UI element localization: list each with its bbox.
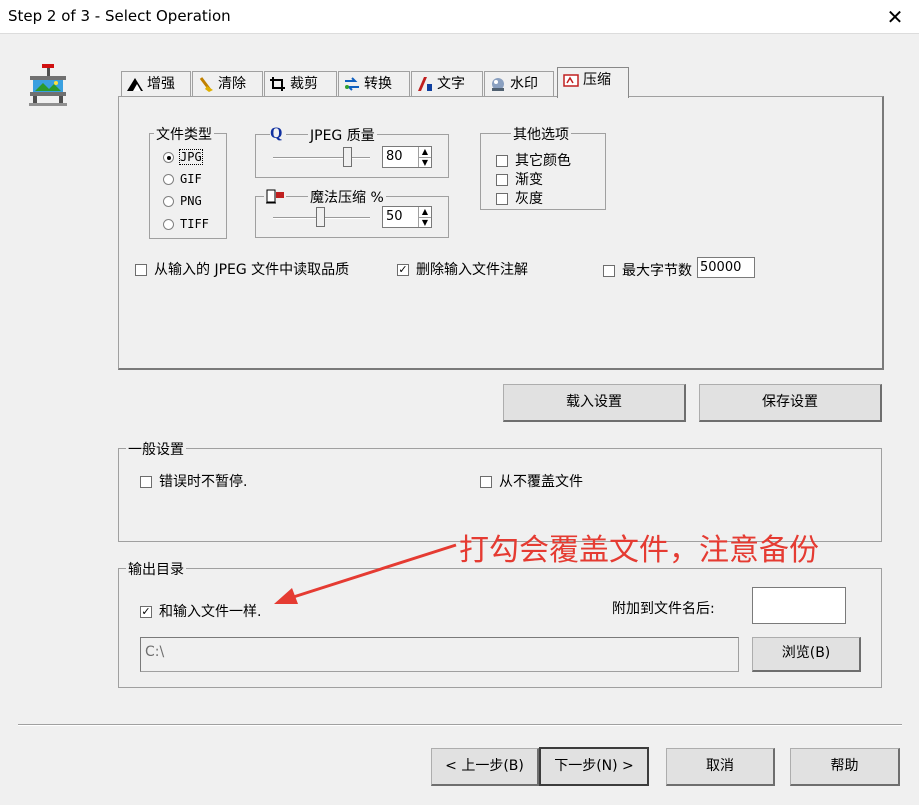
checkbox[interactable] bbox=[496, 174, 508, 186]
max-bytes-input[interactable]: 50000 bbox=[697, 257, 755, 278]
tab-label: 增强 bbox=[147, 76, 175, 92]
spin-down-icon[interactable]: ▼ bbox=[418, 217, 431, 227]
tab-watermark[interactable]: 水印 bbox=[484, 71, 554, 97]
clean-icon bbox=[199, 77, 213, 92]
checkbox[interactable] bbox=[496, 193, 508, 205]
checkbox[interactable] bbox=[140, 476, 152, 488]
tab-enhance[interactable]: 增强 bbox=[121, 71, 191, 97]
jpeg-quality-slider-track[interactable] bbox=[273, 157, 370, 159]
magic-compress-label: 魔法压缩 % bbox=[308, 187, 386, 207]
jpeg-quality-slider-thumb[interactable] bbox=[343, 147, 352, 167]
checkbox-label: 最大字节数 bbox=[622, 263, 692, 279]
cancel-button[interactable]: 取消 bbox=[666, 748, 775, 786]
radio-label: PNG bbox=[180, 194, 202, 208]
enhance-icon bbox=[127, 78, 143, 91]
magic-compress-spinner[interactable]: 50 ▲ ▼ bbox=[382, 206, 432, 228]
jpeg-quality-value[interactable]: 80 bbox=[386, 149, 403, 164]
tab-compress[interactable]: 压缩 bbox=[557, 67, 629, 98]
press-app-icon bbox=[29, 64, 67, 106]
checkbox-label: 和输入文件一样. bbox=[159, 604, 262, 620]
radio-gif[interactable]: GIF bbox=[163, 172, 202, 187]
radio-jpg[interactable]: JPG bbox=[163, 149, 203, 165]
jpeg-quality-spinner[interactable]: 80 ▲ ▼ bbox=[382, 146, 432, 168]
checkbox-label: 其它颜色 bbox=[515, 153, 571, 169]
window-title: Step 2 of 3 - Select Operation bbox=[8, 7, 231, 25]
general-settings-label: 一般设置 bbox=[126, 439, 186, 459]
output-path-input[interactable]: C:\ bbox=[140, 637, 739, 672]
browse-button[interactable]: 浏览(B) bbox=[752, 637, 861, 672]
checkbox-label: 从不覆盖文件 bbox=[499, 474, 583, 490]
radio-button[interactable] bbox=[163, 174, 174, 185]
quality-q-icon: Q bbox=[270, 125, 286, 143]
tab-label: 裁剪 bbox=[290, 76, 318, 92]
watermark-icon bbox=[492, 78, 504, 91]
spin-down-icon[interactable]: ▼ bbox=[418, 157, 431, 167]
tab-convert[interactable]: 转换 bbox=[338, 71, 410, 97]
radio-button[interactable] bbox=[163, 219, 174, 230]
other-options-label: 其他选项 bbox=[511, 124, 571, 144]
magic-compress-slider-thumb[interactable] bbox=[316, 207, 325, 227]
back-button[interactable]: < 上一步(B) bbox=[431, 748, 539, 786]
checkbox-no-pause-on-error[interactable]: 错误时不暂停. bbox=[140, 471, 247, 491]
checkbox-label: 错误时不暂停. bbox=[159, 474, 248, 490]
checkbox-checked[interactable]: ✓ bbox=[140, 606, 152, 618]
save-settings-button[interactable]: 保存设置 bbox=[699, 384, 882, 422]
tab-label: 压缩 bbox=[583, 72, 611, 88]
crop-icon bbox=[270, 77, 285, 91]
help-button[interactable]: 帮助 bbox=[790, 748, 900, 786]
checkbox-label: 从输入的 JPEG 文件中读取品质 bbox=[154, 262, 350, 278]
checkbox-label: 渐变 bbox=[515, 172, 543, 188]
radio-label: JPG bbox=[179, 149, 203, 165]
radio-button[interactable] bbox=[163, 196, 174, 207]
tab-label: 文字 bbox=[437, 76, 465, 92]
checkbox[interactable] bbox=[480, 476, 492, 488]
compress-icon bbox=[563, 74, 579, 87]
checkbox[interactable] bbox=[603, 265, 615, 277]
checkbox-read-jpeg-quality[interactable]: 从输入的 JPEG 文件中读取品质 bbox=[135, 259, 349, 279]
checkbox-other-colors[interactable]: 其它颜色 bbox=[496, 150, 571, 170]
checkbox-max-bytes[interactable]: 最大字节数 bbox=[603, 260, 692, 280]
magic-compress-value[interactable]: 50 bbox=[386, 209, 403, 224]
checkbox-label: 灰度 bbox=[515, 191, 543, 207]
file-type-label: 文件类型 bbox=[154, 124, 214, 144]
tab-label: 转换 bbox=[364, 76, 392, 92]
checkbox-label: 删除输入文件注解 bbox=[416, 262, 528, 278]
tab-label: 清除 bbox=[218, 76, 246, 92]
append-to-filename-label: 附加到文件名后: bbox=[612, 601, 715, 617]
tab-label: 水印 bbox=[510, 76, 538, 92]
checkbox-never-overwrite[interactable]: 从不覆盖文件 bbox=[480, 471, 583, 491]
convert-icon bbox=[345, 77, 359, 91]
checkbox-grayscale[interactable]: 灰度 bbox=[496, 188, 543, 208]
magic-compress-icon bbox=[264, 187, 286, 205]
jpeg-quality-label: JPEG 质量 bbox=[308, 125, 377, 145]
text-icon bbox=[418, 77, 432, 91]
annotation-arrow-icon bbox=[274, 543, 457, 604]
tab-clean[interactable]: 清除 bbox=[192, 71, 263, 97]
radio-label: TIFF bbox=[180, 217, 209, 231]
output-directory-label: 输出目录 bbox=[126, 559, 186, 579]
checkbox[interactable] bbox=[496, 155, 508, 167]
checkbox[interactable] bbox=[135, 264, 147, 276]
spin-up-icon[interactable]: ▲ bbox=[418, 147, 431, 157]
next-button[interactable]: 下一步(N) > bbox=[539, 747, 649, 786]
checkbox-gradient[interactable]: 渐变 bbox=[496, 169, 543, 189]
spin-up-icon[interactable]: ▲ bbox=[418, 207, 431, 217]
title-divider bbox=[0, 33, 919, 34]
checkbox-checked[interactable]: ✓ bbox=[397, 264, 409, 276]
radio-button[interactable] bbox=[163, 152, 174, 163]
annotation-text: 打勾会覆盖文件，注意备份 bbox=[459, 533, 819, 568]
close-button[interactable]: ✕ bbox=[878, 2, 912, 32]
tab-text[interactable]: 文字 bbox=[411, 71, 483, 97]
radio-png[interactable]: PNG bbox=[163, 194, 202, 209]
tab-crop[interactable]: 裁剪 bbox=[264, 71, 337, 97]
radio-tiff[interactable]: TIFF bbox=[163, 217, 209, 232]
load-settings-button[interactable]: 载入设置 bbox=[503, 384, 686, 422]
checkbox-same-as-input[interactable]: ✓ 和输入文件一样. bbox=[140, 601, 261, 621]
footer-divider-highlight bbox=[18, 725, 902, 726]
radio-label: GIF bbox=[180, 172, 202, 186]
checkbox-delete-comments[interactable]: ✓ 删除输入文件注解 bbox=[397, 259, 528, 279]
append-to-filename-input[interactable] bbox=[752, 587, 846, 624]
